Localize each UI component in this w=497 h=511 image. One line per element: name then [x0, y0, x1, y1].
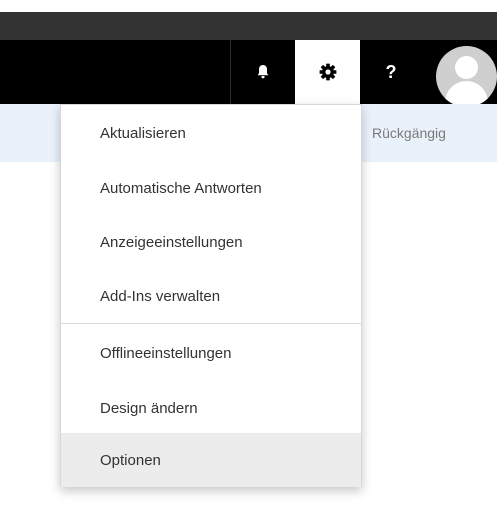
menu-item-refresh[interactable]: Aktualisieren — [61, 106, 361, 160]
settings-button[interactable] — [295, 40, 360, 104]
menu-item-display-settings[interactable]: Anzeigeeinstellungen — [61, 215, 361, 269]
menu-divider — [61, 323, 361, 324]
app-header-bar — [0, 12, 497, 40]
outlook-web-page: ? Rückgängig Aktualisieren Automatische … — [0, 0, 497, 511]
menu-item-manage-addins[interactable]: Add-Ins verwalten — [61, 269, 361, 323]
menu-item-automatic-replies[interactable]: Automatische Antworten — [61, 161, 361, 215]
help-button[interactable]: ? — [360, 40, 422, 104]
gear-icon — [319, 63, 336, 81]
top-white-strip — [0, 0, 497, 12]
account-button[interactable] — [430, 46, 497, 104]
question-mark-icon: ? — [385, 62, 397, 82]
avatar-head — [455, 56, 478, 79]
menu-item-offline-settings[interactable]: Offlineeinstellungen — [61, 326, 361, 380]
settings-dropdown-menu: Aktualisieren Automatische Antworten Anz… — [60, 104, 362, 487]
bell-icon — [257, 65, 269, 79]
menu-item-change-theme[interactable]: Design ändern — [61, 381, 361, 435]
user-avatar-icon — [436, 46, 497, 104]
avatar-body — [445, 81, 488, 104]
menu-item-options[interactable]: Optionen — [61, 433, 361, 487]
undo-command[interactable]: Rückgängig — [372, 123, 446, 143]
notifications-button[interactable] — [230, 40, 295, 104]
